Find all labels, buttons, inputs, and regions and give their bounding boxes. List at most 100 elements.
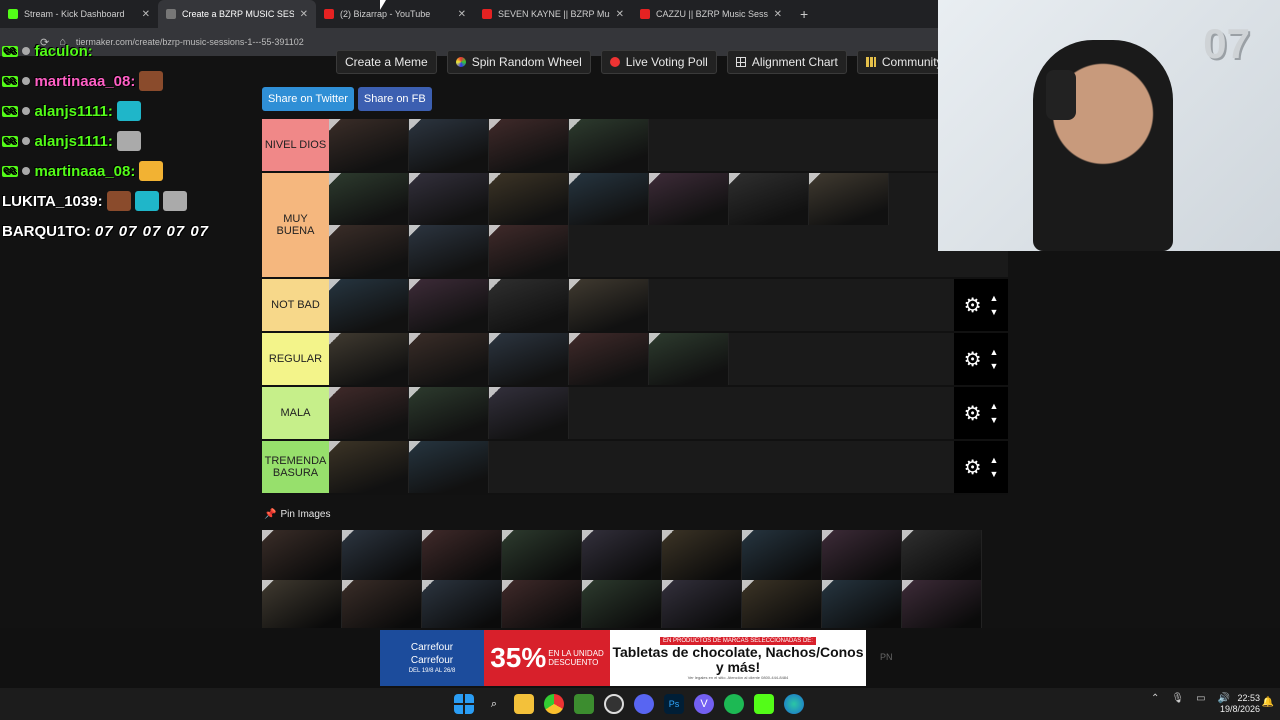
browser-tab[interactable]: CAZZU || BZRP Music Sessions ✕	[632, 0, 790, 28]
minecraft-icon[interactable]	[574, 694, 594, 714]
artist-thumbnail[interactable]	[569, 279, 649, 331]
pin-image-thumbnail[interactable]	[342, 530, 422, 580]
share-twitter-button[interactable]: Share on Twitter	[262, 87, 354, 111]
artist-thumbnail[interactable]	[329, 225, 409, 277]
tier-label[interactable]: NIVEL DIOS	[262, 119, 329, 171]
tier-label[interactable]: MUY BUENA	[262, 173, 329, 277]
artist-thumbnail[interactable]	[489, 225, 569, 277]
close-tab-icon[interactable]: ✕	[300, 9, 308, 20]
artist-thumbnail[interactable]	[649, 333, 729, 385]
chat-username[interactable]: LUKITA_1039:	[2, 193, 103, 210]
carrefour-ad[interactable]: Carrefour Carrefour DEL 19/8 AL 26/8 35%…	[380, 630, 866, 686]
artist-thumbnail[interactable]	[409, 119, 489, 171]
pin-image-thumbnail[interactable]	[742, 580, 822, 630]
artist-thumbnail[interactable]	[329, 333, 409, 385]
artist-thumbnail[interactable]	[489, 387, 569, 439]
browser-tab[interactable]: Create a BZRP MUSIC SESSION ✕	[158, 0, 316, 28]
artist-thumbnail[interactable]	[409, 441, 489, 493]
tier-label[interactable]: MALA	[262, 387, 329, 439]
chat-username[interactable]: BARQU1TO:	[2, 223, 91, 240]
gear-icon[interactable]: ⚙	[964, 401, 982, 426]
artist-thumbnail[interactable]	[569, 119, 649, 171]
gear-icon[interactable]: ⚙	[964, 455, 982, 480]
create-meme-button[interactable]: Create a Meme	[336, 50, 437, 74]
pin-images-header[interactable]: 📌 Pin Images	[264, 509, 330, 520]
artist-thumbnail[interactable]	[329, 119, 409, 171]
chat-username[interactable]: martinaaa_08:	[34, 73, 135, 90]
artist-thumbnail[interactable]	[649, 173, 729, 225]
artist-thumbnail[interactable]	[409, 333, 489, 385]
artist-thumbnail[interactable]	[809, 173, 889, 225]
discord-icon[interactable]	[634, 694, 654, 714]
tier-label[interactable]: TREMENDA BASURA	[262, 441, 329, 493]
search-icon[interactable]: ⌕	[484, 694, 504, 714]
pin-image-thumbnail[interactable]	[582, 530, 662, 580]
viber-icon[interactable]: V	[694, 694, 714, 714]
edge-icon[interactable]	[784, 694, 804, 714]
gear-icon[interactable]: ⚙	[964, 293, 982, 318]
chevron-down-icon[interactable]: ▼	[990, 359, 999, 373]
pin-image-thumbnail[interactable]	[822, 530, 902, 580]
artist-thumbnail[interactable]	[569, 333, 649, 385]
pin-image-thumbnail[interactable]	[262, 530, 342, 580]
pin-image-thumbnail[interactable]	[662, 530, 742, 580]
share-fb-button[interactable]: Share on FB	[357, 87, 432, 111]
chevron-up-icon[interactable]: ⌃	[1151, 693, 1159, 704]
pin-image-thumbnail[interactable]	[422, 530, 502, 580]
artist-thumbnail[interactable]	[329, 173, 409, 225]
spotify-icon[interactable]	[724, 694, 744, 714]
browser-tab[interactable]: Stream - Kick Dashboard ✕	[0, 0, 158, 28]
artist-thumbnail[interactable]	[489, 279, 569, 331]
artist-thumbnail[interactable]	[489, 119, 569, 171]
close-tab-icon[interactable]: ✕	[458, 9, 466, 20]
file-explorer-icon[interactable]	[514, 694, 534, 714]
artist-thumbnail[interactable]	[409, 279, 489, 331]
pin-image-thumbnail[interactable]	[582, 580, 662, 630]
artist-thumbnail[interactable]	[409, 173, 489, 225]
pin-image-thumbnail[interactable]	[822, 580, 902, 630]
photoshop-icon[interactable]: Ps	[664, 694, 684, 714]
pin-image-thumbnail[interactable]	[902, 580, 982, 630]
chevron-up-icon[interactable]: ▲	[990, 399, 999, 413]
gear-icon[interactable]: ⚙	[964, 347, 982, 372]
close-tab-icon[interactable]: ✕	[142, 9, 150, 20]
pin-image-thumbnail[interactable]	[342, 580, 422, 630]
chevron-up-icon[interactable]: ▲	[990, 345, 999, 359]
chevron-down-icon[interactable]: ▼	[990, 467, 999, 481]
notification-bell-icon[interactable]: 🔔	[1262, 697, 1274, 708]
close-tab-icon[interactable]: ✕	[616, 9, 624, 20]
artist-thumbnail[interactable]	[729, 173, 809, 225]
tier-label[interactable]: REGULAR	[262, 333, 329, 385]
chat-username[interactable]: alanjs1111:	[34, 103, 112, 120]
tier-label[interactable]: NOT BAD	[262, 279, 329, 331]
clock[interactable]: 22:53 19/8/2026	[1220, 693, 1260, 715]
artist-thumbnail[interactable]	[409, 225, 489, 277]
obs-icon[interactable]	[604, 694, 624, 714]
chat-username[interactable]: alanjs1111:	[34, 133, 112, 150]
artist-thumbnail[interactable]	[329, 279, 409, 331]
artist-thumbnail[interactable]	[569, 173, 649, 225]
pin-image-thumbnail[interactable]	[502, 530, 582, 580]
artist-thumbnail[interactable]	[409, 387, 489, 439]
artist-thumbnail[interactable]	[329, 441, 409, 493]
live-poll-button[interactable]: Live Voting Poll	[600, 50, 717, 74]
browser-tab[interactable]: (2) Bizarrap - YouTube ✕	[316, 0, 474, 28]
pin-image-thumbnail[interactable]	[262, 580, 342, 630]
pin-image-thumbnail[interactable]	[902, 530, 982, 580]
new-tab-button[interactable]: +	[800, 6, 808, 22]
browser-tab[interactable]: SEVEN KAYNE || BZRP Music Se ✕	[474, 0, 632, 28]
chrome-icon[interactable]	[544, 694, 564, 714]
windows-start-icon[interactable]	[454, 694, 474, 714]
network-icon[interactable]: ▭	[1196, 693, 1205, 704]
chat-username[interactable]: martinaaa_08:	[34, 163, 135, 180]
alignment-chart-button[interactable]: Alignment Chart	[726, 50, 847, 74]
pin-image-thumbnail[interactable]	[422, 580, 502, 630]
artist-thumbnail[interactable]	[329, 387, 409, 439]
artist-thumbnail[interactable]	[489, 333, 569, 385]
close-tab-icon[interactable]: ✕	[774, 9, 782, 20]
chevron-up-icon[interactable]: ▲	[990, 291, 999, 305]
pin-image-thumbnail[interactable]	[662, 580, 742, 630]
chat-username[interactable]: faculon:	[34, 43, 92, 60]
pin-image-thumbnail[interactable]	[502, 580, 582, 630]
kick-icon[interactable]	[754, 694, 774, 714]
